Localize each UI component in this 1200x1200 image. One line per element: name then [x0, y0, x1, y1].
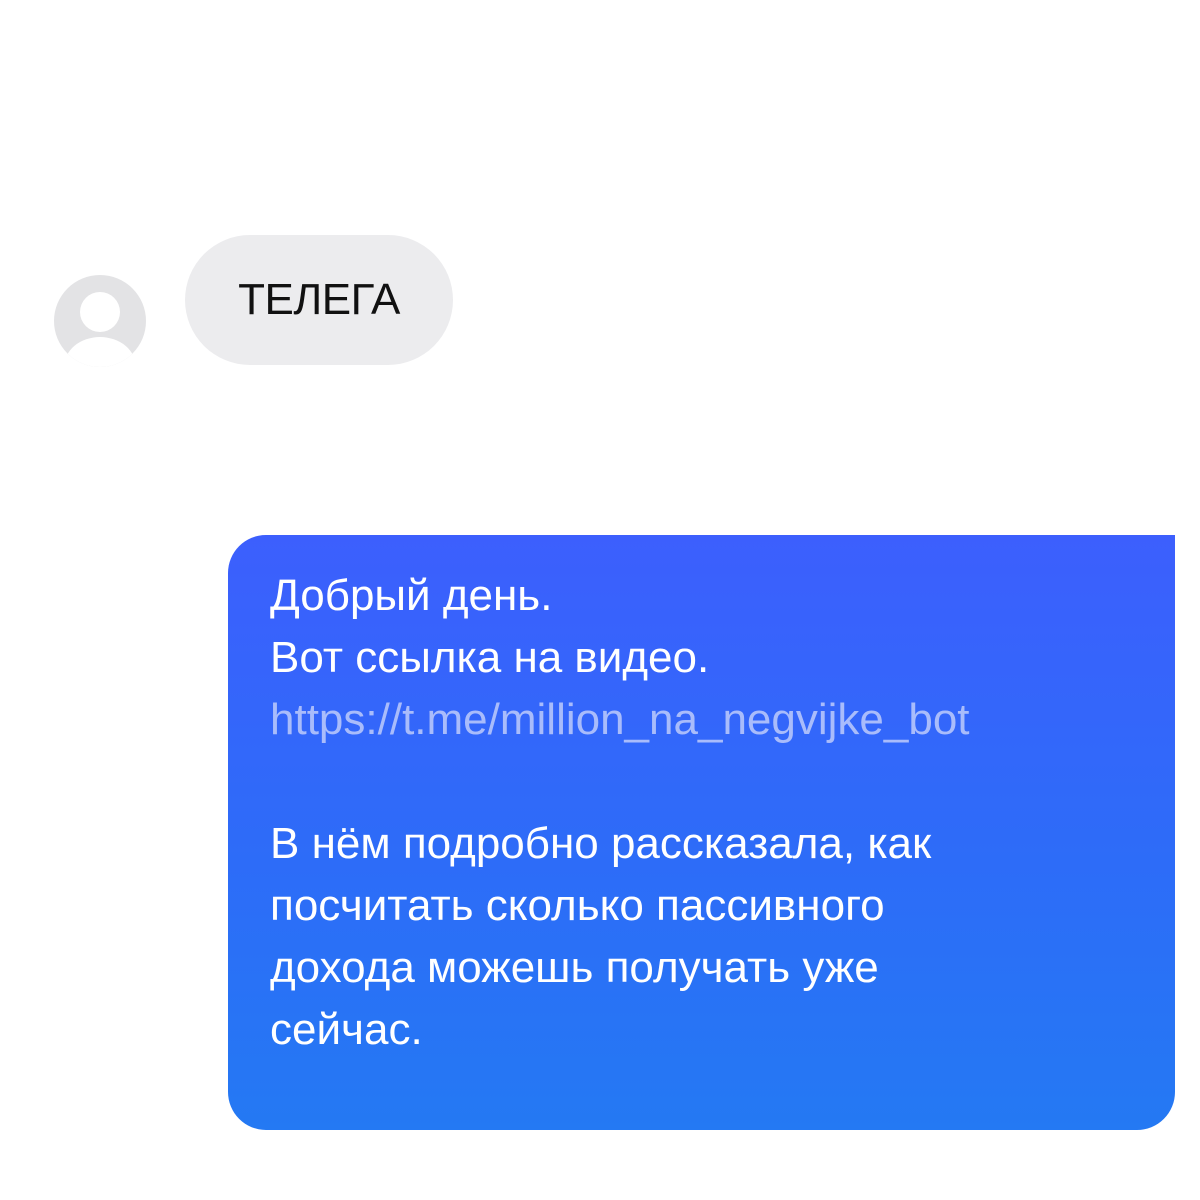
incoming-message-bubble[interactable]: ТЕЛЕГА	[185, 235, 453, 365]
message-link[interactable]: https://t.me/million_na_negvijke_bot	[270, 689, 1135, 751]
message-spacer	[270, 751, 1135, 813]
chat-view: ТЕЛЕГА Добрый день. Вот ссылка на видео.…	[0, 0, 1200, 1200]
message-body-line: дохода можешь получать уже	[270, 943, 879, 992]
message-body-line: В нём подробно рассказала, как	[270, 819, 932, 868]
avatar[interactable]	[54, 275, 146, 367]
user-placeholder-icon	[80, 292, 120, 332]
message-greeting: Добрый день.	[270, 571, 553, 620]
message-body-line: посчитать сколько пассивного	[270, 881, 885, 930]
message-intro: Вот ссылка на видео.	[270, 633, 710, 682]
incoming-message-text: ТЕЛЕГА	[238, 275, 400, 324]
outgoing-message-bubble[interactable]: Добрый день. Вот ссылка на видео. https:…	[228, 535, 1175, 1130]
message-body-line: сейчас.	[270, 1005, 423, 1054]
user-placeholder-icon-body	[64, 337, 136, 367]
